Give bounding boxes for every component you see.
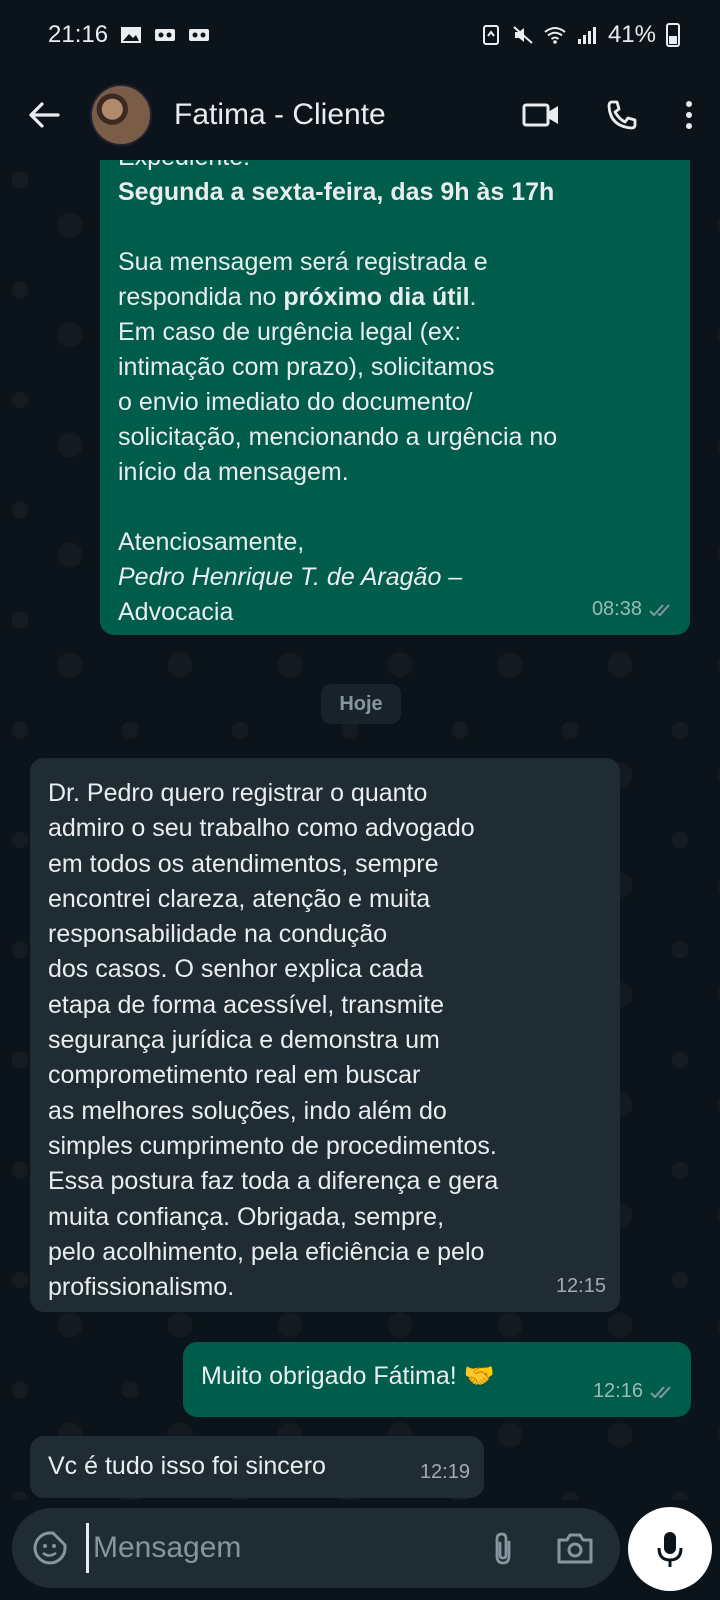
message-time: 12:15 [555, 1275, 606, 1297]
message-line: o envio imediato do documento/ [118, 388, 473, 416]
message-line: respondida no próximo dia útil. [118, 280, 672, 315]
message-text: respondida no [118, 283, 284, 311]
battery-icon [666, 23, 680, 47]
more-options-icon[interactable] [684, 100, 694, 130]
composer-bar [0, 1500, 720, 1600]
sticker-icon[interactable] [32, 1530, 68, 1566]
message-time: 12:16 [592, 1380, 643, 1402]
signal-icon [577, 27, 596, 44]
message-meta: 12:19 [420, 1455, 470, 1490]
chat-header: Fatima - Cliente [0, 70, 720, 160]
message-list[interactable]: Expediente: Segunda a sexta-feira, das 9… [0, 160, 720, 1500]
message-meta: 12:15 [556, 1269, 606, 1304]
message-text: Dr. Pedro quero registrar o quanto admir… [48, 779, 499, 1302]
message-line: intimação com prazo), solicitamos [118, 353, 495, 381]
message-line: Expediente: [118, 160, 672, 175]
message-input[interactable] [86, 1523, 479, 1573]
double-check-icon [650, 1385, 671, 1398]
mute-icon [513, 26, 533, 44]
message-bubble-outgoing[interactable]: Expediente: Segunda a sexta-feira, das 9… [100, 160, 690, 635]
gallery-icon [121, 27, 142, 43]
camera-icon[interactable] [556, 1531, 594, 1565]
back-arrow-icon [29, 102, 60, 128]
date-divider: Hoje [321, 684, 401, 724]
video-call-icon[interactable] [522, 100, 560, 130]
message-meta: 12:16 [593, 1374, 677, 1409]
message-time: 12:19 [419, 1461, 470, 1483]
message-line: Sua mensagem será registrada e [118, 248, 488, 276]
message-line: Pedro Henrique T. de Aragão – [118, 563, 463, 591]
system-nav-bar [0, 1596, 720, 1600]
attach-icon[interactable] [490, 1530, 516, 1566]
composer [12, 1508, 620, 1588]
double-check-icon [649, 603, 670, 616]
message-line: Em caso de urgência legal (ex: [118, 318, 462, 346]
voicemail-icon [155, 29, 176, 41]
message-bubble-outgoing[interactable]: Muito obrigado Fátima! 🤝 12:16 [183, 1342, 691, 1417]
voicemail-icon [189, 29, 210, 41]
voice-call-icon[interactable] [606, 99, 638, 131]
message-line: solicitação, mencionando a urgência no [118, 423, 558, 451]
message-bubble-incoming[interactable]: Dr. Pedro quero registrar o quanto admir… [30, 758, 620, 1312]
message-text-bold: próximo dia útil [283, 283, 470, 311]
clock: 21:16 [48, 21, 109, 48]
contact-avatar[interactable] [90, 84, 152, 146]
message-line: Advocacia [118, 598, 234, 626]
message-text: Vc é tudo isso foi sincero [48, 1452, 326, 1480]
microphone-icon [657, 1532, 683, 1567]
message-text: . [469, 283, 477, 311]
voice-record-button[interactable] [628, 1507, 712, 1591]
message-line [118, 210, 672, 245]
status-bar: 21:16 41% [0, 0, 720, 70]
message-line: Atenciosamente, [118, 528, 305, 556]
message-line: início da mensagem. [118, 458, 349, 486]
wifi-icon [544, 27, 566, 44]
message-bubble-incoming[interactable]: Vc é tudo isso foi sincero 12:19 [30, 1436, 484, 1498]
message-line: Segunda a sexta-feira, das 9h às 17h [118, 178, 555, 206]
message-meta: 08:38 [592, 592, 676, 627]
recycle-icon [482, 25, 499, 45]
contact-name[interactable]: Fatima - Cliente [174, 98, 386, 132]
battery-percentage: 41% [607, 21, 656, 48]
message-line [118, 490, 672, 525]
back-button[interactable] [24, 95, 64, 135]
message-text: Muito obrigado Fátima! 🤝 [201, 1362, 495, 1390]
message-time: 08:38 [591, 598, 642, 620]
